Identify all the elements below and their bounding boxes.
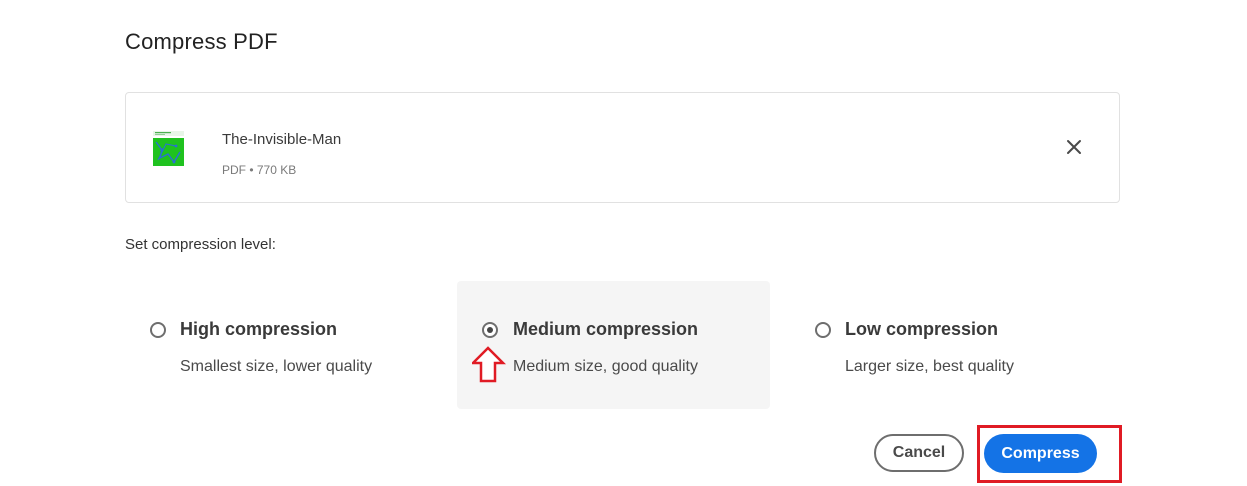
option-high-compression[interactable]: High compression Smallest size, lower qu… <box>125 281 445 409</box>
option-low-compression[interactable]: Low compression Larger size, best qualit… <box>790 281 1120 409</box>
radio-medium-compression[interactable] <box>482 322 498 338</box>
option-description: Larger size, best quality <box>845 358 1014 375</box>
option-medium-compression[interactable]: Medium compression Medium size, good qua… <box>457 281 770 409</box>
file-meta: PDF • 770 KB <box>222 163 297 177</box>
file-card: The-Invisible-Man PDF • 770 KB <box>125 92 1120 203</box>
dialog-title: Compress PDF <box>125 29 278 54</box>
option-title: High compression <box>180 319 338 339</box>
compress-button[interactable]: Compress <box>984 434 1097 473</box>
radio-low-compression[interactable] <box>815 322 831 338</box>
option-description: Medium size, good quality <box>513 358 698 375</box>
pdf-thumbnail-icon <box>152 130 185 167</box>
cancel-button[interactable]: Cancel <box>874 434 964 472</box>
option-title: Medium compression <box>513 319 699 339</box>
close-icon <box>1067 140 1081 154</box>
radio-high-compression[interactable] <box>150 322 166 338</box>
option-title: Low compression <box>845 319 999 339</box>
option-description: Smallest size, lower quality <box>180 358 373 375</box>
compression-level-label: Set compression level: <box>125 236 276 253</box>
file-name: The-Invisible-Man <box>222 131 342 148</box>
remove-file-button[interactable] <box>1061 134 1087 160</box>
annotation-arrow-up-icon <box>472 346 507 383</box>
compress-pdf-dialog: Compress PDF The-Invisible-Man PDF • 770… <box>0 0 1247 486</box>
